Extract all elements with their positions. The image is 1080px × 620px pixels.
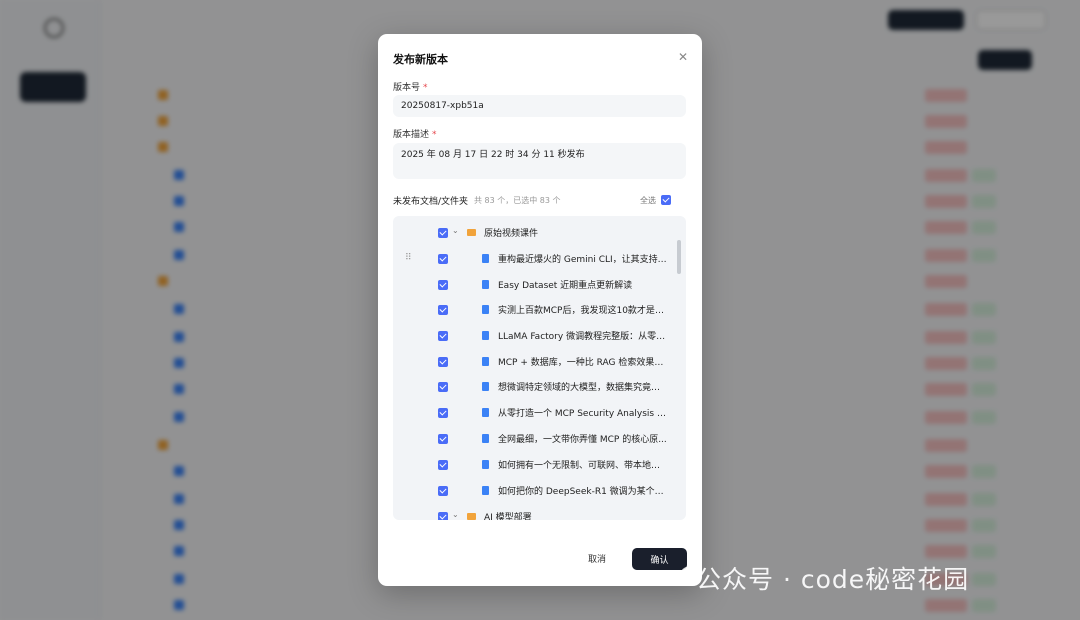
- doc-icon: [482, 460, 489, 469]
- item-checkbox[interactable]: [438, 408, 448, 418]
- tree-item-name: 从零打造一个 MCP Security Analysis Mult...: [498, 409, 668, 419]
- tree-item-name: 原始视频课件: [484, 229, 539, 239]
- tree-doc[interactable]: 实测上百款MCP后，我发现这10款才是真...: [393, 297, 675, 322]
- doc-icon: [482, 434, 489, 443]
- doc-icon: [482, 357, 489, 366]
- document-tree[interactable]: ⌄ 原始视频课件 ⠿ 重构最近爆火的 Gemini CLI，让其支持运... E…: [393, 216, 686, 520]
- tree-doc[interactable]: 想微调特定领域的大模型，数据集究竟要...: [393, 374, 675, 399]
- item-checkbox[interactable]: [438, 280, 448, 290]
- tree-doc[interactable]: ⠿ 重构最近爆火的 Gemini CLI，让其支持运...: [393, 246, 675, 271]
- description-label-text: 版本描述: [393, 130, 430, 140]
- tree-item-name: 想微调特定领域的大模型，数据集究竟要...: [498, 383, 668, 393]
- tree-doc[interactable]: MCP + 数据库，一种比 RAG 检索效果更...: [393, 349, 675, 374]
- select-all-checkbox[interactable]: [661, 195, 671, 205]
- chevron-down-icon[interactable]: ⌄: [452, 226, 459, 235]
- tree-folder[interactable]: ⌄ AI 模型部署: [393, 504, 675, 520]
- tree-item-name: 如何拥有一个无限制、可联网、带本地知...: [498, 461, 668, 471]
- item-checkbox[interactable]: [438, 305, 448, 315]
- tree-item-name: AI 模型部署: [484, 513, 532, 520]
- tree-scrollbar[interactable]: [677, 240, 681, 274]
- doc-icon: [482, 305, 489, 314]
- close-icon[interactable]: ✕: [676, 50, 690, 64]
- doc-icon: [482, 280, 489, 289]
- item-checkbox[interactable]: [438, 460, 448, 470]
- tree-item-name: 重构最近爆火的 Gemini CLI，让其支持运...: [498, 255, 668, 265]
- item-checkbox[interactable]: [438, 228, 448, 238]
- version-label: 版本号 *: [393, 80, 428, 93]
- watermark: 公众号 · code秘密花园: [696, 565, 970, 594]
- tree-item-name: 实测上百款MCP后，我发现这10款才是真...: [498, 306, 668, 316]
- doc-icon: [482, 408, 489, 417]
- publish-version-dialog: 发布新版本 ✕ 版本号* 版本描述* 未发布文档/文件夹 共 83 个，已选中 …: [378, 34, 702, 586]
- dialog-title: 发布新版本: [393, 53, 448, 66]
- description-input[interactable]: [393, 143, 686, 179]
- tree-doc[interactable]: LLaMA Factory 微调教程完整版：从零微...: [393, 323, 675, 348]
- item-checkbox[interactable]: [438, 331, 448, 341]
- doc-icon: [482, 331, 489, 340]
- folder-icon: [467, 513, 476, 520]
- required-mark: *: [423, 83, 428, 93]
- tree-item-name: MCP + 数据库，一种比 RAG 检索效果更...: [498, 358, 668, 368]
- tree-doc[interactable]: Easy Dataset 近期重点更新解读: [393, 272, 675, 297]
- selection-count: 共 83 个，已选中 83 个: [474, 196, 561, 205]
- doc-icon: [482, 382, 489, 391]
- tree-item-name: 如何把你的 DeepSeek-R1 微调为某个领...: [498, 487, 668, 497]
- item-checkbox[interactable]: [438, 486, 448, 496]
- tree-item-name: Easy Dataset 近期重点更新解读: [498, 281, 633, 291]
- doc-icon: [482, 254, 489, 263]
- item-checkbox[interactable]: [438, 512, 448, 520]
- unpublished-label: 未发布文档/文件夹: [393, 197, 469, 207]
- confirm-button[interactable]: 确认: [632, 548, 687, 570]
- tree-doc[interactable]: 如何拥有一个无限制、可联网、带本地知...: [393, 452, 675, 477]
- version-label-text: 版本号: [393, 83, 421, 93]
- description-label: 版本描述 *: [393, 127, 437, 140]
- tree-item-name: LLaMA Factory 微调教程完整版：从零微...: [498, 332, 668, 342]
- item-checkbox[interactable]: [438, 254, 448, 264]
- item-checkbox[interactable]: [438, 382, 448, 392]
- chevron-down-icon[interactable]: ⌄: [452, 510, 459, 519]
- tree-doc[interactable]: 如何把你的 DeepSeek-R1 微调为某个领...: [393, 478, 675, 503]
- tree-doc[interactable]: 从零打造一个 MCP Security Analysis Mult...: [393, 400, 675, 425]
- folder-icon: [467, 229, 476, 236]
- tree-folder[interactable]: ⌄ 原始视频课件: [393, 220, 675, 245]
- cancel-button[interactable]: 取消: [588, 552, 606, 565]
- drag-handle-icon[interactable]: ⠿: [405, 253, 412, 263]
- tree-doc[interactable]: 全网最细，一文带你弄懂 MCP 的核心原...: [393, 426, 675, 451]
- item-checkbox[interactable]: [438, 434, 448, 444]
- select-all-label[interactable]: 全选: [640, 195, 656, 206]
- tree-item-name: 全网最细，一文带你弄懂 MCP 的核心原...: [498, 435, 667, 445]
- required-mark: *: [432, 130, 437, 140]
- doc-icon: [482, 486, 489, 495]
- item-checkbox[interactable]: [438, 357, 448, 367]
- version-input[interactable]: [393, 95, 686, 117]
